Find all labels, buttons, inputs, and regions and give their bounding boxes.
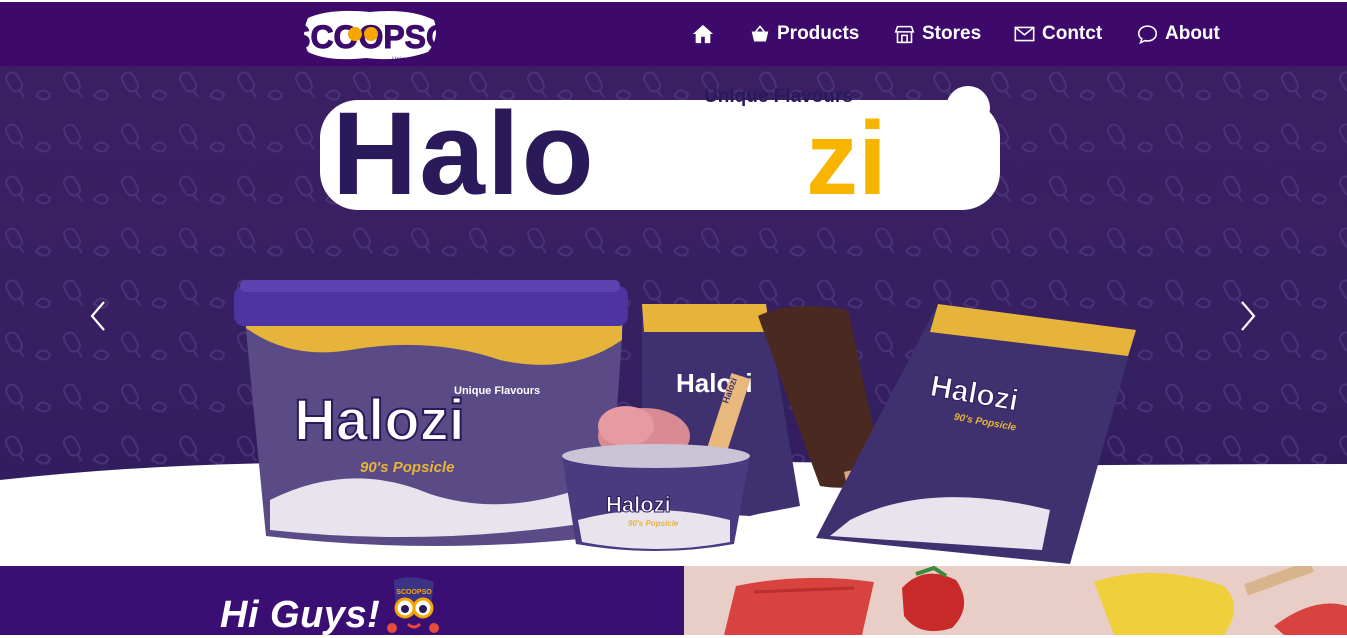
fruit-popsicle-image — [684, 566, 1347, 635]
mascot-badge: SCOOPSO — [396, 589, 432, 596]
envelope-icon — [1014, 26, 1035, 42]
intro-panel: Hi Guys! SCOOPSO — [0, 566, 684, 636]
tub-tagline: Unique Flavours — [454, 385, 540, 397]
carousel-prev-button[interactable] — [84, 296, 114, 336]
halozi-products-image: Halozi Unique Flavours 90's Popsicle Hal… — [234, 280, 1136, 564]
nav-products[interactable]: Products — [750, 2, 859, 66]
banner-tagline: Unique Flavours — [704, 86, 853, 107]
chevron-left-icon — [90, 301, 105, 331]
halozi-banner-logo: Halo zi Unique Flavours — [320, 86, 1000, 212]
store-icon — [894, 25, 915, 43]
navbar: SCOOPSO Unique Flavours Products Stores … — [0, 2, 1347, 66]
carousel-next-button[interactable] — [1232, 296, 1262, 336]
scoopso-logo[interactable]: SCOOPSO Unique Flavours — [289, 8, 451, 64]
nav-products-label: Products — [777, 23, 860, 44]
chevron-right-icon — [1241, 301, 1256, 331]
banner-title-dark: Halo — [332, 88, 596, 212]
logo-tagline: Unique Flavours — [392, 57, 436, 63]
nav-stores[interactable]: Stores — [894, 2, 981, 66]
logo-graphic: SCOOPSO Unique Flavours — [289, 10, 451, 63]
tub-title: Halozi — [294, 388, 465, 453]
nav-stores-label: Stores — [922, 23, 982, 44]
home-icon — [692, 24, 714, 44]
nav-contact[interactable]: Contct — [1014, 2, 1102, 66]
ice-cream-tub: Halozi Unique Flavours 90's Popsicle — [234, 280, 628, 546]
nav-about[interactable]: About — [1137, 2, 1220, 66]
cup-subtitle: 90's Popsicle — [628, 519, 679, 528]
basket-icon — [751, 25, 769, 42]
nav-about-label: About — [1165, 23, 1220, 44]
nav-home[interactable] — [692, 2, 721, 66]
cup-title: Halozi — [606, 492, 671, 517]
greeting-heading: Hi Guys! — [220, 594, 381, 636]
nav-contact-label: Contct — [1042, 23, 1103, 44]
chat-bubble-icon — [1137, 25, 1158, 44]
tub-subtitle: 90's Popsicle — [360, 459, 454, 476]
mascot-image: SCOOPSO — [387, 577, 439, 633]
fruit-popsicles-graphic — [684, 566, 1347, 635]
banner-title-accent: zi — [806, 101, 887, 212]
hero-carousel: Halo zi Unique Flavours Halozi Unique Fl… — [0, 66, 1347, 566]
